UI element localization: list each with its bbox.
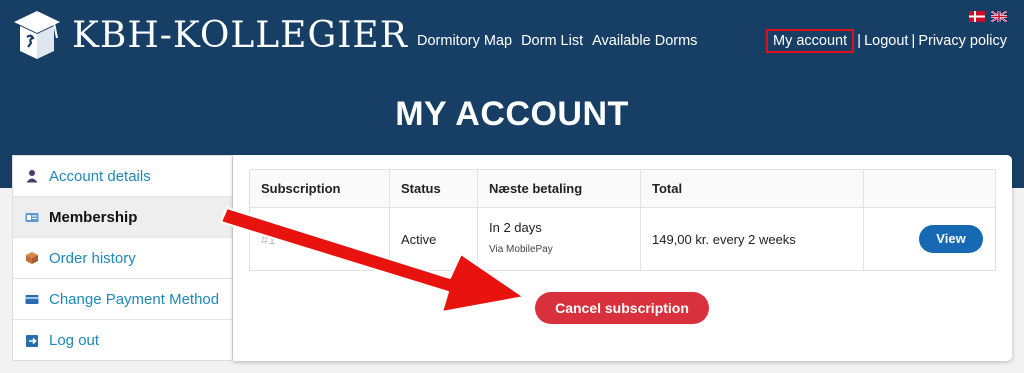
my-account-link[interactable]: My account: [766, 29, 855, 53]
sidebar-item-log-out[interactable]: Log out: [13, 320, 232, 361]
sidebar-item-order-history[interactable]: Order history: [13, 238, 232, 279]
column-header-subscription: Subscription: [249, 169, 390, 208]
sidebar-item-membership[interactable]: Membership: [13, 197, 232, 238]
sidebar-item-label: Change Payment Method: [49, 290, 220, 308]
danish-flag-icon[interactable]: [969, 11, 985, 22]
card-icon: [25, 213, 39, 222]
next-payment-cell: In 2 days Via MobilePay: [477, 207, 641, 271]
payment-method-text: Via MobilePay: [489, 244, 553, 255]
total-cell: 149,00 kr. every 2 weeks: [640, 207, 864, 271]
sidebar-item-account-details[interactable]: Account details: [13, 156, 232, 197]
view-subscription-button[interactable]: View: [919, 225, 983, 253]
sidebar-item-label: Membership: [49, 208, 138, 226]
nav-separator: |: [911, 32, 916, 49]
building-logo-icon[interactable]: [12, 9, 62, 61]
site-logo-text[interactable]: KBH-KOLLEGIER: [72, 13, 408, 59]
sidebar-item-change-payment-method[interactable]: Change Payment Method: [13, 279, 232, 320]
next-payment-text: In 2 days: [489, 220, 542, 235]
table-header-row: Subscription Status Næste betaling Total: [249, 169, 996, 208]
nav-separator: |: [857, 32, 862, 49]
column-header-total: Total: [640, 169, 864, 208]
sidebar-item-label: Account details: [49, 167, 151, 185]
nav-dormitory-map[interactable]: Dormitory Map: [417, 32, 512, 50]
account-sidebar: Account details Membership Order history…: [12, 155, 233, 361]
language-switcher: [969, 11, 1007, 22]
column-header-actions: [863, 169, 996, 208]
table-row: #1 Active In 2 days Via MobilePay 149,00…: [249, 207, 996, 271]
subscription-id-link[interactable]: #1: [261, 232, 275, 247]
user-icon: [26, 170, 38, 183]
membership-panel: Subscription Status Næste betaling Total…: [233, 155, 1012, 361]
status-cell: Active: [389, 207, 478, 271]
cancel-subscription-button[interactable]: Cancel subscription: [535, 292, 709, 324]
page-title: MY ACCOUNT: [395, 95, 629, 133]
sidebar-item-label: Log out: [49, 332, 100, 349]
credit-card-icon: [25, 295, 39, 304]
main-nav: Dormitory Map Dorm List Available Dorms: [417, 32, 697, 50]
nav-available-dorms[interactable]: Available Dorms: [592, 32, 697, 50]
box-icon: [26, 252, 38, 264]
column-header-status: Status: [389, 169, 478, 208]
nav-dorm-list[interactable]: Dorm List: [521, 32, 583, 50]
column-header-next-payment: Næste betaling: [477, 169, 641, 208]
subscriptions-table: Subscription Status Næste betaling Total…: [249, 169, 996, 271]
uk-flag-icon[interactable]: [991, 11, 1007, 22]
subscription-id-cell[interactable]: #1: [249, 207, 390, 271]
account-nav: My account | Logout | Privacy policy: [766, 29, 1007, 53]
actions-cell: View: [863, 207, 996, 271]
privacy-policy-link[interactable]: Privacy policy: [918, 32, 1007, 50]
sidebar-item-label: Order history: [49, 249, 136, 267]
logout-link[interactable]: Logout: [864, 32, 908, 50]
logout-icon: [26, 334, 38, 347]
